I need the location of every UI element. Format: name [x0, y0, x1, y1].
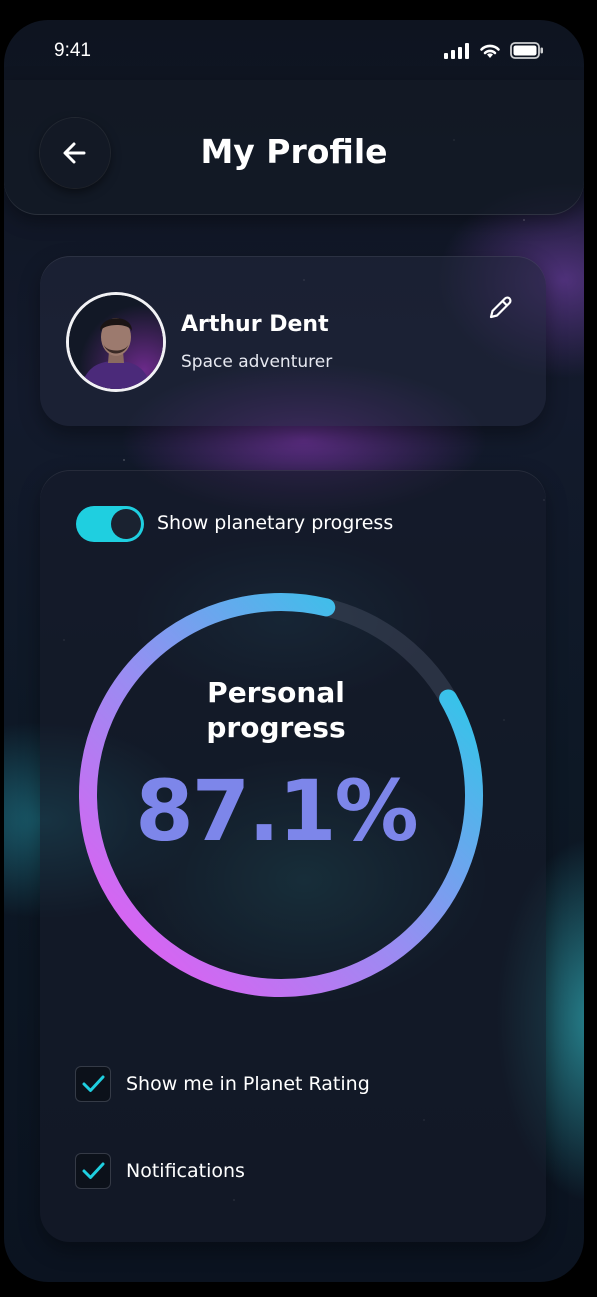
toggle-label: Show planetary progress [157, 512, 394, 534]
header-bar: My Profile [4, 80, 584, 215]
phone-screen: 9:41 My Profile Arthur Dent Space advent… [4, 20, 584, 1282]
battery-icon [510, 42, 543, 59]
progress-card: Show planetary progress Personal progres… [40, 470, 546, 1242]
pencil-icon[interactable] [484, 292, 516, 324]
profile-card: Arthur Dent Space adventurer [40, 256, 546, 426]
avatar-portrait [69, 295, 163, 389]
progress-title-line2: progress [206, 711, 346, 744]
progress-value: 87.1% [135, 762, 418, 860]
planetary-progress-toggle[interactable] [76, 506, 144, 542]
user-name: Arthur Dent [181, 312, 329, 337]
toggle-knob [111, 509, 141, 539]
notifications-label: Notifications [126, 1160, 245, 1182]
status-time: 9:41 [54, 40, 91, 61]
progress-title: Personal progress [76, 675, 476, 745]
option-planet-rating[interactable]: Show me in Planet Rating [76, 1067, 370, 1101]
status-bar: 9:41 [4, 20, 584, 80]
avatar[interactable] [66, 292, 166, 392]
status-icons [444, 42, 544, 59]
notifications-checkbox[interactable] [76, 1154, 110, 1188]
user-role: Space adventurer [181, 352, 333, 372]
checkmark-icon [82, 1162, 105, 1179]
planet-rating-label: Show me in Planet Rating [126, 1073, 370, 1095]
cellular-signal-icon [444, 42, 469, 59]
page-title: My Profile [200, 132, 388, 171]
wifi-icon [480, 44, 500, 58]
checkmark-icon [82, 1075, 105, 1092]
progress-title-line1: Personal [207, 676, 345, 709]
planet-rating-checkbox[interactable] [76, 1067, 110, 1101]
option-notifications[interactable]: Notifications [76, 1154, 245, 1188]
